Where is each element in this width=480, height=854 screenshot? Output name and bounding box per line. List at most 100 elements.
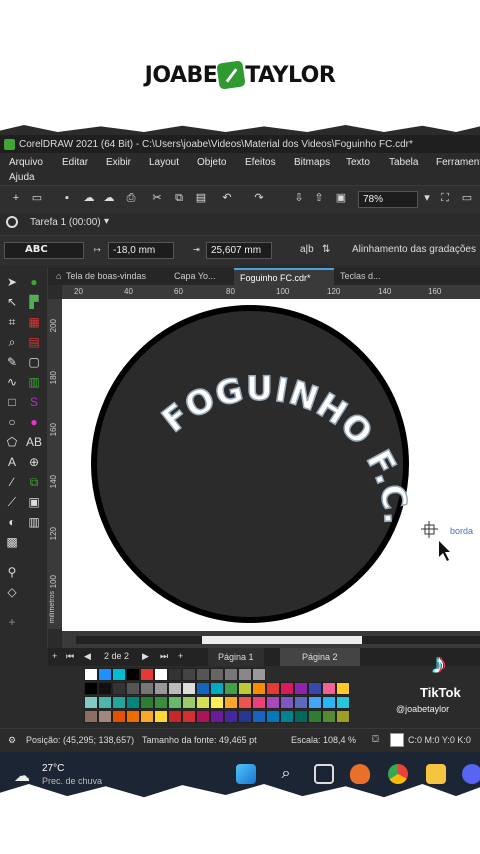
zoom-dropdown-icon[interactable]: ▾ bbox=[420, 191, 434, 205]
cut-icon[interactable]: ✂ bbox=[150, 191, 164, 205]
offset-field[interactable]: -18,0 mm bbox=[108, 242, 174, 259]
horizontal-scrollbar[interactable] bbox=[62, 631, 480, 648]
artistic-media-icon[interactable]: ∿ bbox=[4, 374, 20, 390]
task-dropdown-icon[interactable]: ▾ bbox=[104, 216, 109, 227]
menu-bitmaps[interactable]: Bitmaps bbox=[294, 157, 330, 168]
palette-swatch[interactable] bbox=[224, 710, 238, 723]
interactive-fill-icon[interactable]: ◇ bbox=[4, 584, 20, 600]
palette-swatch[interactable] bbox=[196, 710, 210, 723]
text-ab-icon[interactable]: AB bbox=[26, 434, 42, 450]
pdf-icon[interactable]: ▣ bbox=[334, 191, 348, 205]
scrollbar-track[interactable] bbox=[202, 636, 362, 644]
page-tab-1[interactable]: Página 1 bbox=[208, 648, 264, 666]
page-tab-2[interactable]: Página 2 bbox=[280, 648, 360, 666]
palette-swatch[interactable] bbox=[196, 696, 210, 709]
fill-bucket-icon[interactable]: ⛋ bbox=[372, 734, 379, 745]
palette-swatch[interactable] bbox=[210, 682, 224, 695]
palette-swatch[interactable] bbox=[154, 668, 168, 681]
dims-icon[interactable]: ▢ bbox=[26, 354, 42, 370]
color-dot-icon[interactable]: ● bbox=[26, 274, 42, 290]
print-merge-icon[interactable]: ▤ bbox=[26, 334, 42, 350]
palette-swatch[interactable] bbox=[98, 682, 112, 695]
palette-swatch[interactable] bbox=[280, 696, 294, 709]
palette-swatch[interactable] bbox=[98, 668, 112, 681]
palette-swatch[interactable] bbox=[154, 682, 168, 695]
windows-start-icon[interactable] bbox=[236, 764, 256, 784]
cloud-share-icon[interactable]: ☁ bbox=[102, 191, 116, 205]
zoom-tool-icon[interactable]: ⌕ bbox=[4, 334, 20, 350]
palette-swatch[interactable] bbox=[84, 696, 98, 709]
brave-browser-icon[interactable] bbox=[350, 764, 370, 784]
palette-swatch[interactable] bbox=[238, 682, 252, 695]
palette-swatch[interactable] bbox=[336, 696, 350, 709]
menu-ferramentas[interactable]: Ferrament bbox=[436, 157, 480, 168]
next-page-icon[interactable]: ▶ bbox=[142, 651, 149, 662]
palette-swatch[interactable] bbox=[238, 710, 252, 723]
palette-swatch[interactable] bbox=[252, 696, 266, 709]
palette-swatch[interactable] bbox=[196, 682, 210, 695]
new-document-icon[interactable]: + bbox=[9, 191, 23, 205]
palette-swatch[interactable] bbox=[126, 682, 140, 695]
palette-swatch[interactable] bbox=[140, 696, 154, 709]
palette-swatch[interactable] bbox=[210, 696, 224, 709]
palette-swatch[interactable] bbox=[182, 696, 196, 709]
palette-swatch[interactable] bbox=[308, 710, 322, 723]
transparency-tool-icon[interactable]: ▩ bbox=[4, 534, 20, 550]
eyedropper-tool-icon[interactable]: ⚲ bbox=[4, 564, 20, 580]
palette-swatch[interactable] bbox=[252, 682, 266, 695]
copy-icon[interactable]: ⧉ bbox=[172, 191, 186, 205]
palette-swatch[interactable] bbox=[266, 696, 280, 709]
open-folder-icon[interactable]: ▭ bbox=[30, 191, 44, 205]
palette-swatch[interactable] bbox=[322, 682, 336, 695]
symbol-icon[interactable]: S bbox=[26, 394, 42, 410]
palette-swatch[interactable] bbox=[126, 710, 140, 723]
grid-icon[interactable]: ▥ bbox=[26, 374, 42, 390]
scrollbar-thumb-left[interactable] bbox=[76, 636, 202, 644]
weather-desc[interactable]: Prec. de chuva bbox=[42, 776, 102, 786]
menu-tabela[interactable]: Tabela bbox=[389, 157, 418, 168]
tab-teclas[interactable]: Teclas d... bbox=[334, 268, 394, 285]
task-view-icon[interactable] bbox=[314, 764, 334, 784]
badge-circle[interactable] bbox=[91, 305, 409, 623]
chrome-icon[interactable] bbox=[388, 764, 408, 784]
menu-texto[interactable]: Texto bbox=[346, 157, 370, 168]
palette-swatch[interactable] bbox=[112, 696, 126, 709]
last-page-icon[interactable]: ⏭ bbox=[160, 651, 168, 662]
palette-swatch[interactable] bbox=[224, 668, 238, 681]
weather-cloud-icon[interactable]: ☁ bbox=[14, 766, 30, 786]
line-tool-icon[interactable]: ∕ bbox=[4, 474, 20, 490]
distance-field[interactable]: 25,607 mm bbox=[206, 242, 272, 259]
node-handle-icon[interactable] bbox=[421, 521, 438, 538]
export-icon[interactable]: ⇧ bbox=[312, 191, 326, 205]
palette-swatch[interactable] bbox=[112, 668, 126, 681]
crop-tool-icon[interactable]: ⌗ bbox=[4, 314, 20, 330]
scrollbar-thumb-right[interactable] bbox=[362, 636, 480, 644]
text-tool-icon[interactable]: A bbox=[4, 454, 20, 470]
menu-objeto[interactable]: Objeto bbox=[197, 157, 226, 168]
menu-editar[interactable]: Editar bbox=[62, 157, 88, 168]
palette-swatch[interactable] bbox=[210, 710, 224, 723]
palette-swatch[interactable] bbox=[182, 682, 196, 695]
add-tool-icon[interactable]: + bbox=[4, 614, 20, 630]
palette-swatch[interactable] bbox=[126, 668, 140, 681]
rectangle-tool-icon[interactable]: □ bbox=[4, 394, 20, 410]
search-icon[interactable]: ⌕ bbox=[276, 764, 296, 784]
palette-swatch[interactable] bbox=[168, 668, 182, 681]
palette-swatch[interactable] bbox=[154, 710, 168, 723]
layout-icon[interactable]: ▛ bbox=[26, 294, 42, 310]
palette-swatch[interactable] bbox=[168, 682, 182, 695]
settings-icon[interactable]: ⚙ bbox=[8, 735, 16, 746]
barcode-icon[interactable]: ▥ bbox=[26, 514, 42, 530]
palette-swatch[interactable] bbox=[98, 710, 112, 723]
fill-color-swatch[interactable] bbox=[390, 733, 404, 747]
palette-swatch[interactable] bbox=[98, 696, 112, 709]
palette-swatch[interactable] bbox=[308, 696, 322, 709]
weather-temp[interactable]: 27°C bbox=[42, 763, 64, 774]
toggle-icon[interactable] bbox=[6, 216, 18, 228]
palette-swatch[interactable] bbox=[308, 682, 322, 695]
palette-swatch[interactable] bbox=[280, 710, 294, 723]
connector-tool-icon[interactable]: ⟋ bbox=[4, 494, 20, 510]
palette-swatch[interactable] bbox=[140, 668, 154, 681]
shadow-tool-icon[interactable]: ◐ bbox=[4, 514, 20, 530]
mirror-h-icon[interactable]: a|b bbox=[300, 244, 314, 255]
